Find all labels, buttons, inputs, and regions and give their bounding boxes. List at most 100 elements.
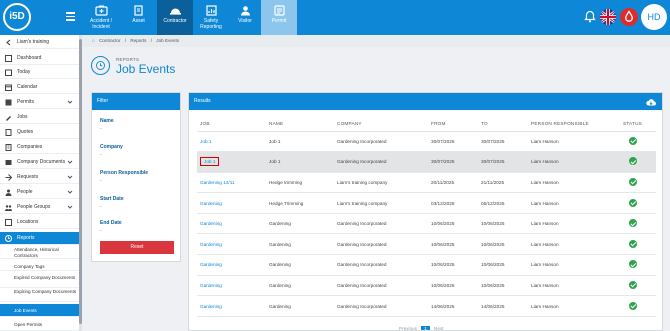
sidebar-item-requests[interactable]: Requests [0,171,79,184]
job-link[interactable]: Gardening [197,275,266,297]
job-link[interactable]: Gardening 14/11 [197,172,266,194]
nav-safety-reporting[interactable]: Safety Reporting [193,0,229,35]
sidebar-subitem-label: Job Events [14,308,37,313]
job-name: Gardening [266,254,334,276]
sidebar-subitem-label: Expired Company Documents [14,275,76,280]
sidebar-subitem-expiring-documents[interactable]: Expiring Company Documents [0,289,79,302]
breadcrumb-reports[interactable]: Reports [130,38,146,43]
table-row[interactable]: Gardening Hedge Trimming Liam's training… [197,192,656,214]
sidebar-item-today[interactable]: Today [0,66,79,79]
table-row-highlighted[interactable]: Job 1 Job 1 Gardening Incorporated 30/07… [197,151,656,173]
filter-start-date-label: Start Date [100,196,124,202]
sidebar-subitem-attendance[interactable]: Attendance, Historical Contractors [0,246,79,259]
breadcrumb-contractor[interactable]: Contractor [99,38,120,43]
sidebar-item-company-documents[interactable]: Company Documents [0,156,79,169]
filter-person-value[interactable]: - [100,178,102,184]
bell-icon[interactable] [584,10,596,23]
breadcrumb: ⌂ Contractor / Reports / Job Events [82,35,670,47]
job-person: Liam Hanson [528,254,620,276]
safety-reporting-icon [205,5,217,16]
sidebar-item-quotes[interactable]: Quotes [0,126,79,139]
sidebar-item-locations[interactable]: Locations [0,216,79,229]
uk-flag-icon[interactable] [600,9,616,25]
col-status[interactable]: STATUS [620,116,656,132]
sidebar-item-permits[interactable]: Permits [0,96,79,109]
job-person: Liam Hanson [528,233,620,256]
filter-name-value[interactable]: - [100,126,102,132]
table-row[interactable]: Gardening Gardening Gardening Incorporat… [197,254,656,276]
filter-start-date-value[interactable]: - [100,204,102,210]
user-avatar[interactable]: HD [641,4,667,30]
nav-permit[interactable]: Permit [261,0,297,35]
nav-asset[interactable]: Asset [120,0,157,35]
sidebar-subitem-open-permits[interactable]: Open Permits [0,319,79,331]
results-panel: Results JOB NAME COMPANY FROM TO PERSON … [188,92,663,331]
sidebar-item-people-groups[interactable]: People Groups [0,201,79,214]
companies-icon [5,144,12,151]
nav-visitor[interactable]: Visitor [229,0,261,35]
col-to[interactable]: TO [478,116,528,132]
sidebar-subitem-job-events[interactable]: Job Events [0,304,79,317]
alert-drop-icon[interactable] [620,8,638,26]
results-title: Results [189,93,662,110]
col-person-responsible[interactable]: PERSON RESPONSIBLE [528,116,620,132]
nav-contractor[interactable]: Contractor [157,0,193,35]
cloud-download-icon[interactable] [646,98,656,106]
permit-icon [273,5,285,16]
filter-company-value[interactable]: - [100,152,102,158]
menu-toggle-icon[interactable] [66,12,75,21]
job-link[interactable]: Gardening [197,254,266,276]
job-person: Liam Hanson [528,275,620,297]
job-company: Gardening Incorporated [334,275,428,297]
table-row[interactable]: Gardening Gardening Gardening Incorporat… [197,213,656,235]
sidebar-item-label: People [17,189,33,195]
breadcrumb-home-icon[interactable]: ⌂ [92,38,95,43]
job-company: Liam's training company [334,192,428,214]
sidebar-scrollbar[interactable] [79,35,82,331]
job-company: Gardening Incorporated [334,233,428,256]
job-link[interactable]: Gardening [197,192,266,214]
job-link[interactable]: Job 1 [200,157,220,167]
app-logo[interactable]: i5D [3,3,31,31]
documents-icon [5,160,12,165]
table-row[interactable]: Gardening Gardening Gardening Incorporat… [197,275,656,297]
status-cell [620,172,656,194]
dashboard-icon [5,55,12,62]
filter-end-date-value[interactable]: - [100,228,102,234]
sidebar-item-jobs[interactable]: Jobs [0,111,79,124]
nav-accident-incident[interactable]: Accident / Incident [82,0,120,35]
reset-button[interactable]: Reset [100,241,174,254]
today-icon [5,69,12,76]
pager-previous[interactable]: Previous [399,326,417,330]
sidebar-item-reports[interactable]: Reports [0,232,79,245]
sidebar-item-calendar[interactable]: Calendar [0,81,79,94]
sidebar-item-people[interactable]: People [0,186,79,199]
sidebar-item-dashboard[interactable]: Dashboard [0,52,79,65]
job-link[interactable]: Gardening [197,295,266,317]
sidebar-item-training[interactable]: Liam's training [0,36,79,49]
contractor-icon [169,8,181,15]
table-row[interactable]: Gardening 14/11 Hedge trimming Liam's tr… [197,172,656,194]
sidebar-subitem-expired-documents[interactable]: Expired Company Documents [0,275,79,288]
job-from: 10/06/2025 [428,233,478,256]
col-company[interactable]: COMPANY [334,116,428,132]
calendar-icon [5,84,12,91]
pager-page-1[interactable]: 1 [421,326,430,330]
job-link[interactable]: Job 1 [197,131,266,153]
job-link[interactable]: Gardening [197,213,266,235]
table-row[interactable]: Gardening Gardening Gardening Incorporat… [197,295,656,317]
page-title: Job Events [116,62,176,76]
table-row[interactable]: Gardening Gardening Gardening Incorporat… [197,233,656,256]
status-check-icon [629,198,637,207]
pager-next[interactable]: Next [434,326,443,330]
nav-label: Permit [271,18,287,24]
col-job[interactable]: JOB [197,116,266,132]
job-from: 10/06/2025 [428,275,478,297]
col-name[interactable]: NAME [266,116,334,132]
sidebar-item-companies[interactable]: Companies [0,141,79,154]
table-row[interactable]: Job 1 Job 1 Gardening Incorporated 30/07… [197,131,656,153]
job-link[interactable]: Gardening [197,233,266,256]
sidebar-subitem-company-tags[interactable]: Company Tags [0,262,79,271]
job-company: Gardening Incorporated [334,131,428,153]
col-from[interactable]: FROM [428,116,478,132]
